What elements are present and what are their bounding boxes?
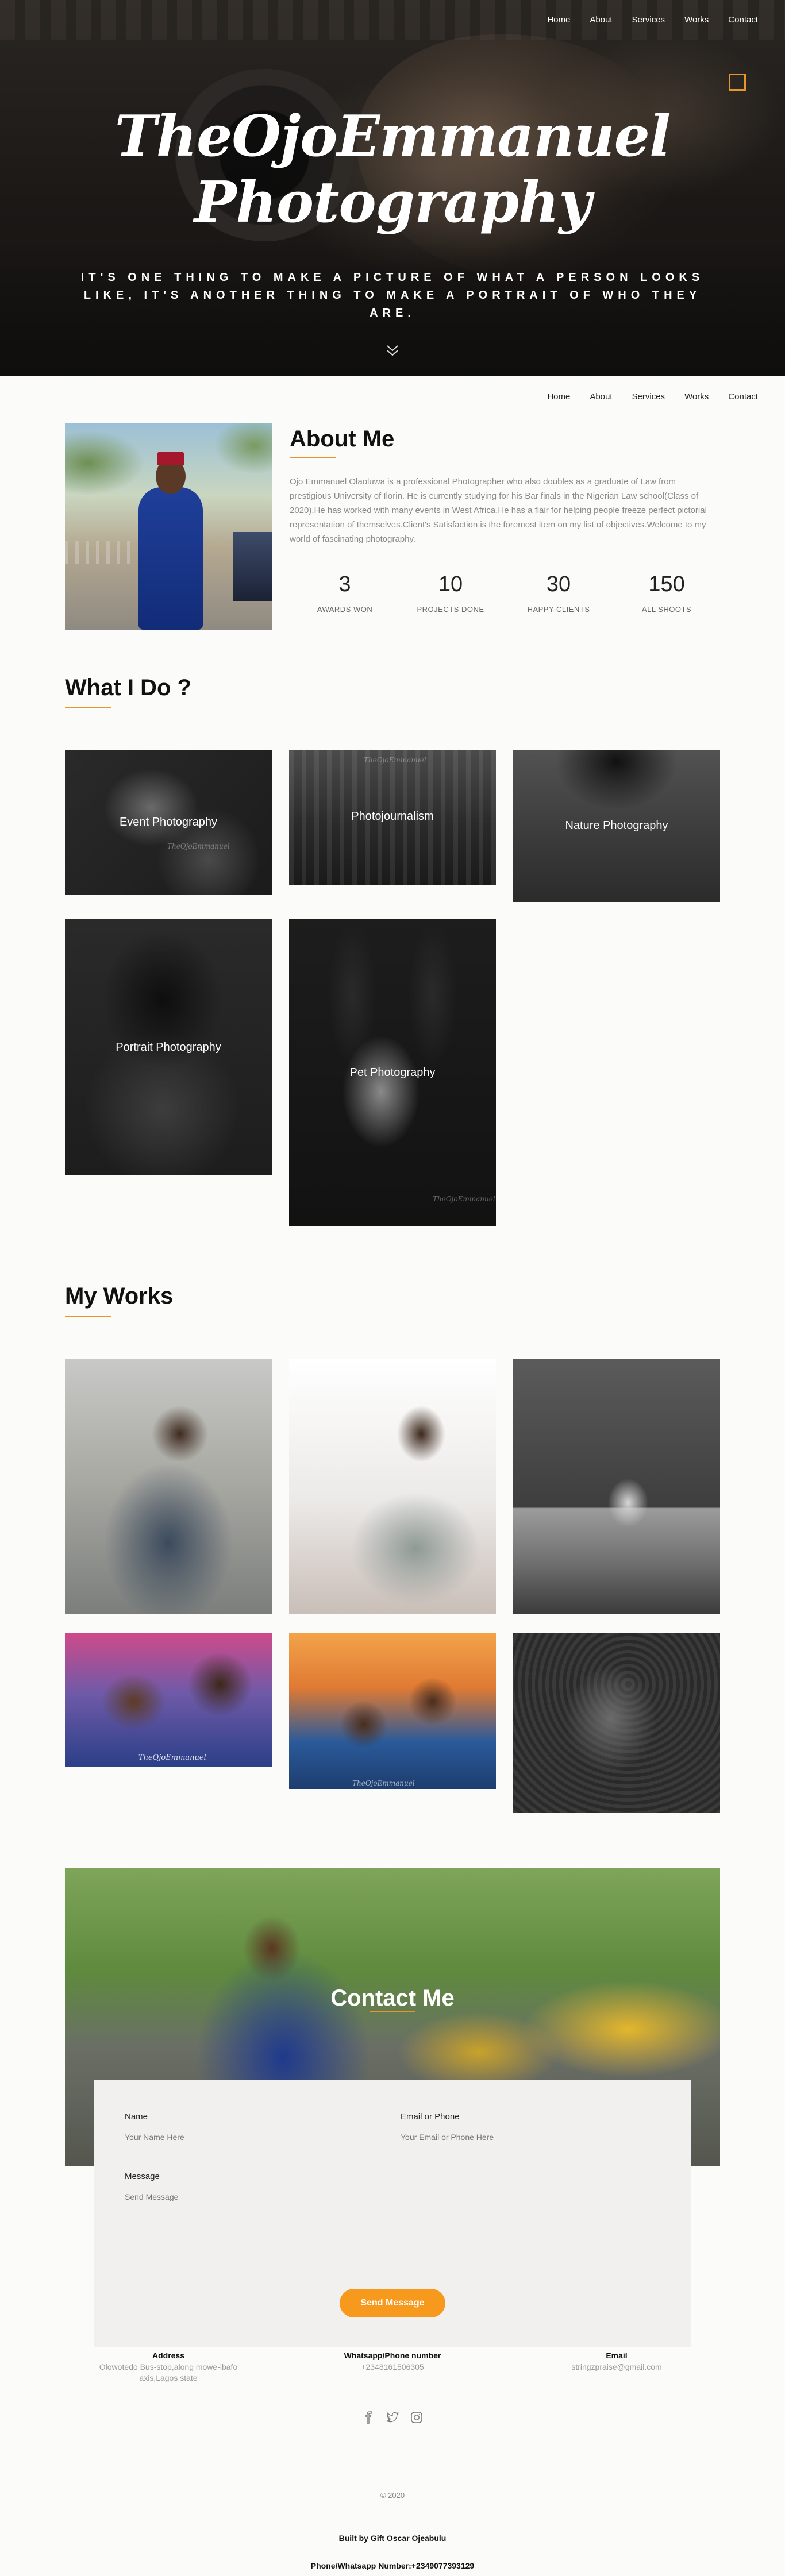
- double-chevron-down-icon[interactable]: [384, 342, 401, 359]
- about-heading-underline: [290, 457, 336, 458]
- nav-home-link[interactable]: Home: [537, 14, 580, 26]
- stat-value: 3: [338, 572, 351, 596]
- address-title: Address: [152, 2351, 185, 2360]
- hero-title: TheOjoEmmanuel Photography: [114, 103, 671, 236]
- watermark: TheOjoEmmanuel: [352, 1779, 415, 1787]
- address-info: Address Olowotedo Bus-stop,along mowe-ib…: [82, 2351, 255, 2384]
- service-card-photojournalism[interactable]: TheOjoEmmanuel Photojournalism: [289, 750, 496, 885]
- service-card-pet[interactable]: Pet Photography TheOjoEmmanuel: [289, 919, 496, 1226]
- service-card-nature[interactable]: Nature Photography: [513, 750, 720, 902]
- facebook-icon[interactable]: [362, 2411, 375, 2424]
- contact-heading-underline: [370, 2011, 415, 2012]
- stat-clients: 30 HAPPY CLIENTS: [513, 572, 605, 614]
- about-heading: About Me: [290, 426, 395, 452]
- email-label: Email or Phone: [401, 2112, 460, 2122]
- built-by-text: Built by Gift Oscar Ojeabulu: [338, 2533, 447, 2543]
- contact-heading: Contact Me: [330, 1985, 455, 2011]
- photo-person-cap: [157, 452, 184, 465]
- watermark: TheOjoEmmanuel: [167, 842, 230, 850]
- service-label: Event Photography: [119, 816, 218, 828]
- stat-label: AWARDS WON: [317, 605, 373, 614]
- email-value: stringzpraise@gmail.com: [571, 2362, 662, 2371]
- service-card-event[interactable]: Event Photography TheOjoEmmanuel: [65, 750, 272, 895]
- secondary-nav: Home About Services Works Contact: [537, 391, 768, 403]
- send-message-button[interactable]: Send Message: [340, 2289, 445, 2317]
- instagram-icon[interactable]: [410, 2411, 423, 2424]
- nav-contact-link[interactable]: Contact: [718, 14, 768, 26]
- phone-value: +2348161506305: [361, 2362, 424, 2371]
- hero-accent-square: [729, 74, 746, 91]
- message-textarea[interactable]: [125, 2192, 660, 2261]
- service-label: Pet Photography: [349, 1066, 436, 1079]
- name-label: Name: [125, 2112, 148, 2122]
- stat-projects: 10 PROJECTS DONE: [405, 572, 497, 614]
- email-title: Email: [606, 2351, 628, 2360]
- phone-info: Whatsapp/Phone number +2348161506305: [306, 2351, 479, 2373]
- stat-label: HAPPY CLIENTS: [527, 605, 590, 614]
- top-nav: Home About Services Works Contact: [537, 14, 768, 26]
- work-photo-6[interactable]: [513, 1633, 720, 1813]
- social-links: [362, 2411, 423, 2424]
- nav2-services-link[interactable]: Services: [622, 391, 675, 403]
- contact-form: Name Email or Phone Message Send Message: [94, 2080, 691, 2347]
- stat-awards: 3 AWARDS WON: [299, 572, 391, 614]
- phone-title: Whatsapp/Phone number: [344, 2351, 441, 2360]
- page: Home About Services Works Contact TheOjo…: [0, 0, 785, 2576]
- service-label: Portrait Photography: [116, 1041, 221, 1054]
- footer-phone-text: Phone/Whatsapp Number:+2349077393129: [310, 2561, 475, 2570]
- nav2-contact-link[interactable]: Contact: [718, 391, 768, 403]
- work-photo-5[interactable]: TheOjoEmmanuel: [289, 1633, 496, 1789]
- services-heading: What I Do ?: [65, 675, 191, 700]
- about-photo: [65, 423, 272, 630]
- photo-person-body: [138, 487, 203, 630]
- service-card-portrait[interactable]: Portrait Photography: [65, 919, 272, 1175]
- service-label: Photojournalism: [351, 810, 434, 823]
- photo-railing: [65, 541, 134, 564]
- message-label: Message: [125, 2172, 160, 2181]
- watermark: TheOjoEmmanuel: [364, 756, 426, 764]
- twitter-icon[interactable]: [386, 2411, 399, 2424]
- name-input[interactable]: [125, 2132, 378, 2142]
- copyright-text: © 2020: [380, 2491, 405, 2500]
- email-input[interactable]: [401, 2132, 653, 2142]
- work-photo-1[interactable]: [65, 1359, 272, 1614]
- nav2-home-link[interactable]: Home: [537, 391, 580, 403]
- watermark: TheOjoEmmanuel: [433, 1195, 495, 1203]
- stat-value: 150: [648, 572, 685, 596]
- nav-works-link[interactable]: Works: [675, 14, 718, 26]
- about-text: Ojo Emmanuel Olaoluwa is a professional …: [290, 477, 707, 544]
- address-value: Olowotedo Bus-stop,along mowe-ibafo axis…: [99, 2362, 238, 2382]
- stat-shoots: 150 ALL SHOOTS: [621, 572, 713, 614]
- photo-vehicle: [233, 532, 272, 601]
- nav2-works-link[interactable]: Works: [675, 391, 718, 403]
- stat-value: 30: [546, 572, 571, 596]
- works-heading-underline: [65, 1316, 111, 1317]
- work-photo-4[interactable]: TheOjoEmmanuel: [65, 1633, 272, 1767]
- service-label: Nature Photography: [565, 819, 668, 832]
- hero-quote: IT'S ONE THING TO MAKE A PICTURE OF WHAT…: [80, 271, 705, 319]
- hero-section: Home About Services Works Contact TheOjo…: [0, 0, 785, 376]
- nav2-about-link[interactable]: About: [580, 391, 622, 403]
- watermark: TheOjoEmmanuel: [138, 1753, 206, 1762]
- stat-value: 10: [438, 572, 463, 596]
- nav-services-link[interactable]: Services: [622, 14, 675, 26]
- nav-about-link[interactable]: About: [580, 14, 622, 26]
- work-photo-3[interactable]: [513, 1359, 720, 1614]
- services-heading-underline: [65, 707, 111, 708]
- works-heading: My Works: [65, 1283, 174, 1309]
- stat-label: PROJECTS DONE: [417, 605, 484, 614]
- work-photo-2[interactable]: [289, 1359, 496, 1614]
- stat-label: ALL SHOOTS: [641, 605, 692, 614]
- email-info: Email stringzpraise@gmail.com: [530, 2351, 703, 2373]
